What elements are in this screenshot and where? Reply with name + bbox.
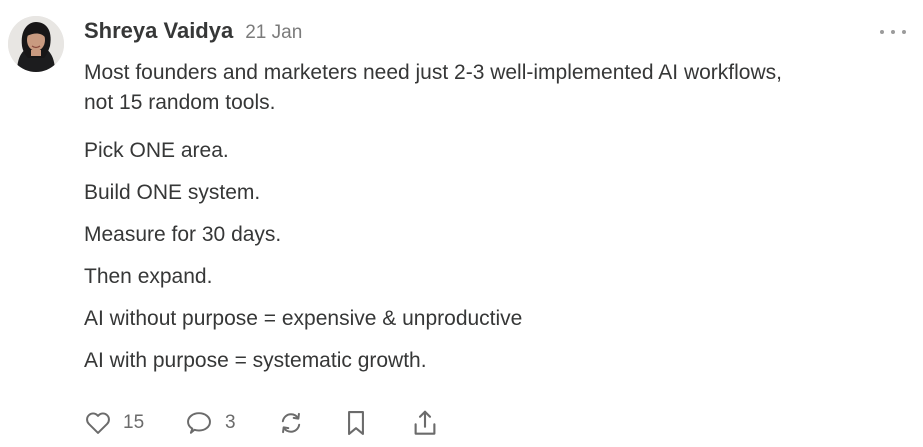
post-text-line: not 15 random tools. [84,91,276,114]
share-button[interactable] [410,408,440,438]
post-paragraph: Pick ONE area. [84,139,229,162]
restack-icon [281,412,301,434]
action-bar: 15 3 [84,404,440,442]
share-icon [414,410,436,435]
author-name[interactable]: Shreya Vaidya [84,18,233,44]
post-paragraph: AI without purpose = expensive & unprodu… [84,307,523,330]
heart-icon [86,412,110,434]
note-post: Shreya Vaidya 21 Jan Most founders and m… [0,0,923,447]
save-button[interactable] [342,408,410,438]
avatar-image [8,16,64,72]
restack-button[interactable] [276,409,342,437]
like-count: 15 [123,412,145,433]
post-paragraph: Then expand. [84,265,213,288]
comment-count: 3 [225,412,236,433]
post-header: Shreya Vaidya 21 Jan [84,18,302,48]
comment-button[interactable]: 3 [184,409,276,437]
more-dot [902,30,906,34]
post-body: Most founders and marketers need just 2-… [84,58,904,388]
speech-bubble-icon [187,412,211,434]
post-paragraph: AI with purpose = systematic growth. [84,349,427,372]
post-text-line: Most founders and marketers need just 2-… [84,61,782,84]
more-dot [891,30,895,34]
more-options-icon[interactable] [880,22,906,42]
post-paragraph: Build ONE system. [84,181,261,204]
bookmark-icon [348,411,364,435]
like-button[interactable]: 15 [84,409,184,437]
post-paragraph: Most founders and marketers need just 2-… [84,58,904,118]
post-paragraph: Measure for 30 days. [84,223,282,246]
avatar[interactable] [8,16,64,72]
more-dot [880,30,884,34]
post-date[interactable]: 21 Jan [245,22,302,44]
